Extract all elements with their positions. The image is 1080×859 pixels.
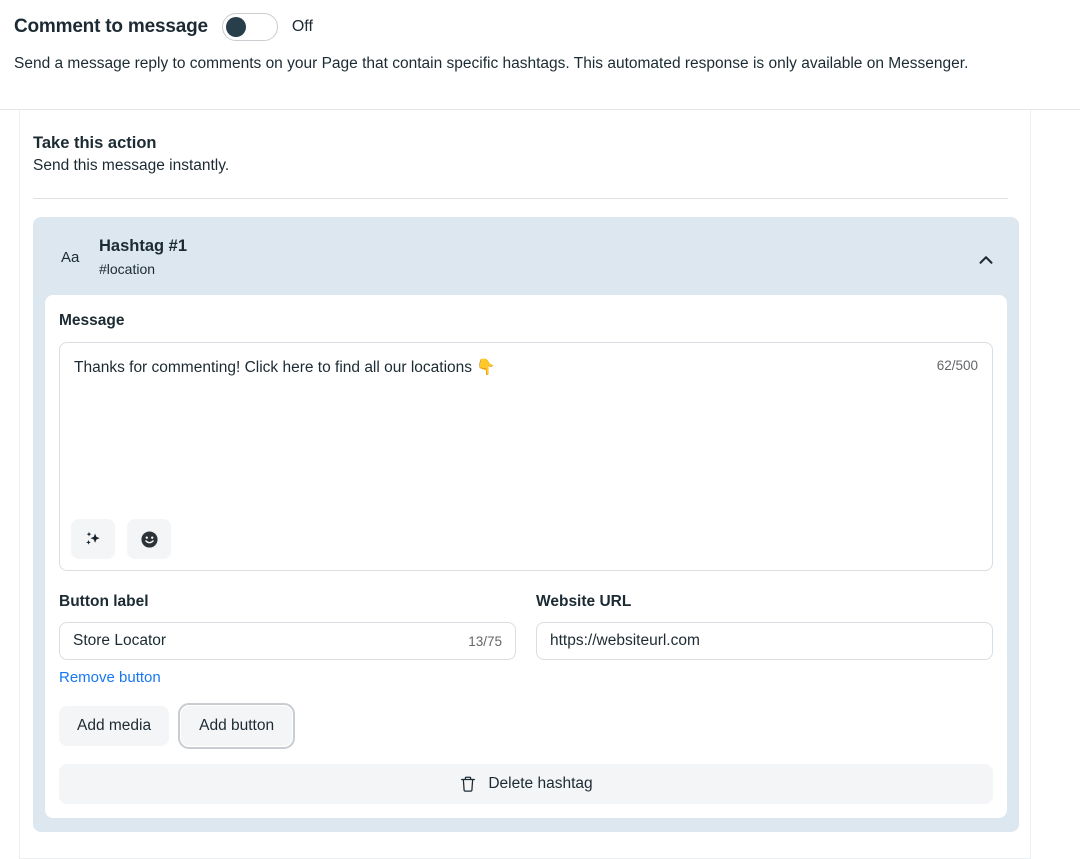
take-this-action-subtitle: Send this message instantly. — [33, 157, 230, 174]
website-url-input[interactable]: https://websiteurl.com — [536, 622, 993, 660]
content-card: Take this action Send this message insta… — [19, 110, 1031, 859]
section-divider — [33, 198, 1008, 199]
hashtag-card-body: Message Thanks for commenting! Click her… — [45, 295, 1007, 818]
message-toolbar — [71, 519, 171, 559]
add-media-button[interactable]: Add media — [59, 706, 170, 746]
comment-to-message-toggle[interactable] — [221, 13, 278, 41]
page-header: Comment to message Off Send a message re… — [0, 0, 1080, 110]
chevron-up-icon[interactable] — [975, 249, 997, 271]
ai-sparkles-button[interactable] — [71, 519, 115, 559]
delete-hashtag-button[interactable]: Delete hashtag — [59, 764, 993, 804]
remove-button-link[interactable]: Remove button — [59, 669, 161, 686]
take-this-action-title: Take this action — [33, 134, 157, 152]
page-description: Send a message reply to comments on your… — [14, 55, 969, 72]
website-url-label: Website URL — [536, 593, 632, 610]
page-title: Comment to message — [14, 16, 208, 37]
hashtag-name: Hashtag #1 — [99, 237, 188, 255]
message-label: Message — [59, 312, 125, 329]
toggle-knob — [225, 17, 246, 37]
button-fields-row: Button label Store Locator 13/75 Remove … — [59, 592, 993, 687]
emoji-icon — [140, 530, 158, 548]
toggle-state-label: Off — [291, 18, 313, 35]
website-url-field: Website URL https://websiteurl.com — [536, 592, 993, 687]
button-label-label: Button label — [59, 593, 149, 610]
message-textarea[interactable]: Thanks for commenting! Click here to fin… — [59, 342, 993, 571]
website-url-value: https://websiteurl.com — [550, 632, 700, 649]
hashtag-card: Aa Hashtag #1 #location Message Thanks f… — [33, 217, 1019, 832]
ai-sparkles-icon — [86, 531, 100, 545]
hashtag-tag: #location — [99, 261, 156, 277]
hashtag-card-titles: Hashtag #1 #location — [99, 235, 975, 279]
add-actions-row: Add media Add button — [59, 703, 993, 749]
trash-icon — [461, 776, 476, 792]
button-label-input[interactable]: Store Locator 13/75 — [59, 622, 516, 660]
hashtag-card-header[interactable]: Aa Hashtag #1 #location — [33, 217, 1019, 295]
delete-hashtag-label: Delete hashtag — [488, 775, 593, 792]
title-row: Comment to message Off — [14, 12, 1066, 42]
button-label-char-counter: 13/75 — [468, 633, 502, 649]
message-value: Thanks for commenting! Click here to fin… — [74, 359, 496, 376]
text-type-icon: Aa — [61, 249, 80, 266]
button-label-value: Store Locator — [73, 632, 167, 649]
add-button-button[interactable]: Add button — [178, 703, 296, 749]
button-label-field: Button label Store Locator 13/75 Remove … — [59, 592, 516, 687]
message-char-counter: 62/500 — [936, 358, 978, 373]
emoji-button[interactable] — [127, 519, 171, 559]
